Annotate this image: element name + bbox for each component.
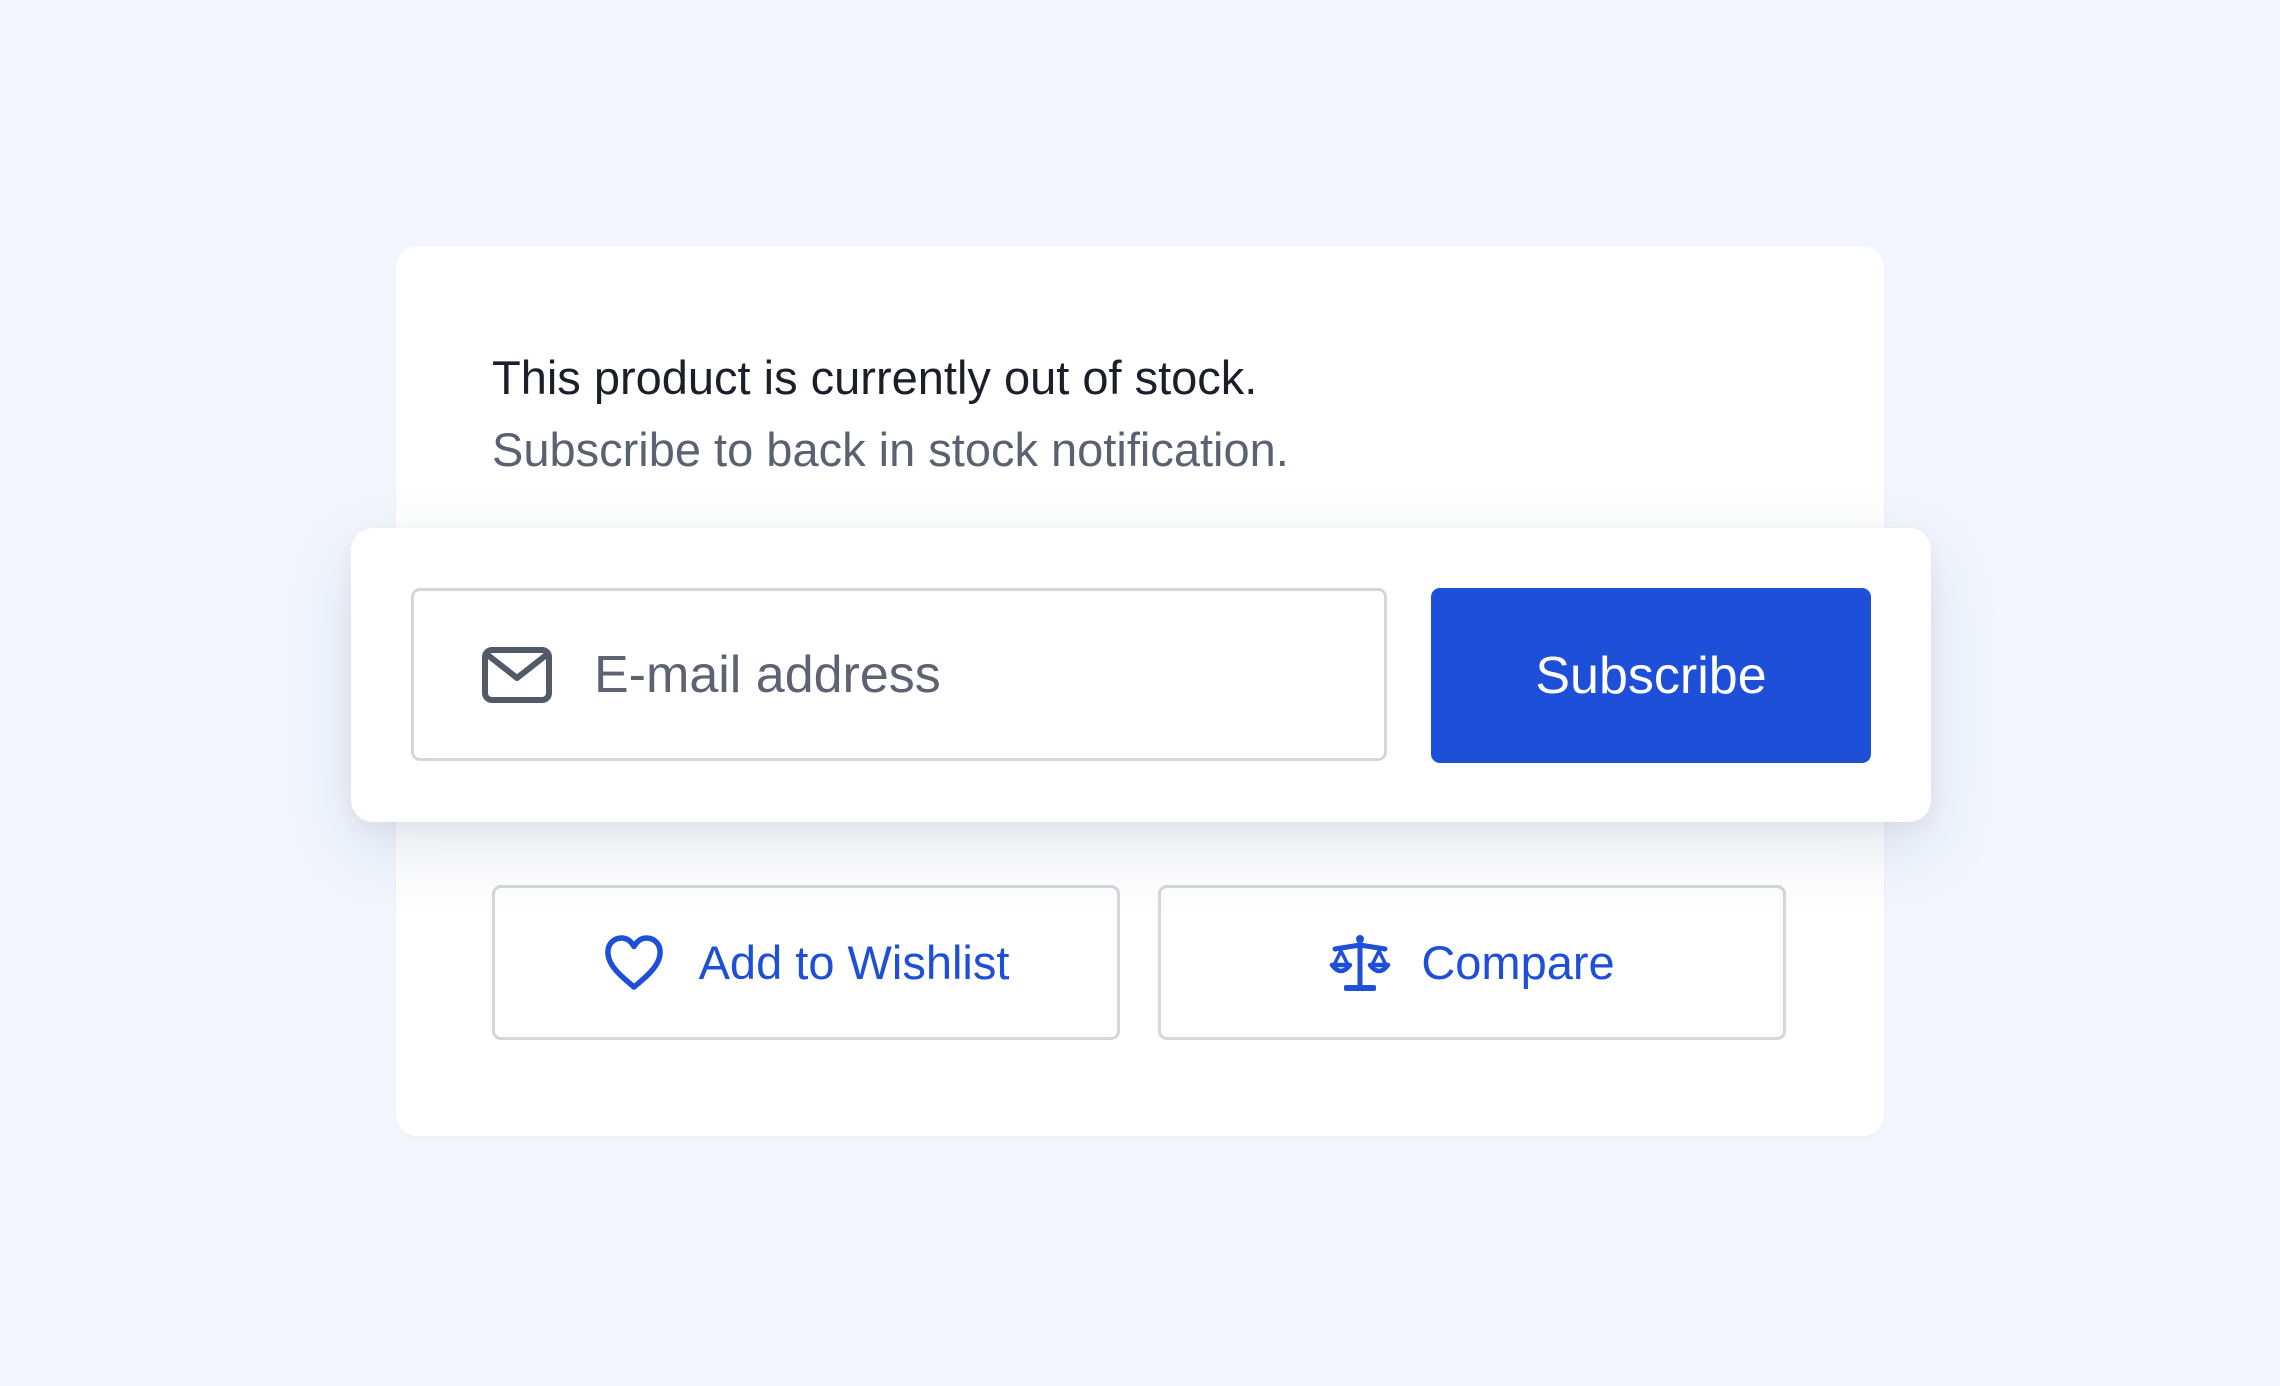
- scale-icon: [1329, 932, 1391, 994]
- subscribe-prompt: Subscribe to back in stock notification.: [492, 423, 1289, 476]
- add-to-wishlist-button[interactable]: Add to Wishlist: [492, 885, 1120, 1040]
- email-field[interactable]: [411, 588, 1387, 761]
- heart-icon: [603, 934, 665, 992]
- out-of-stock-message: This product is currently out of stock.: [492, 351, 1258, 404]
- subscribe-panel: Subscribe: [351, 528, 1931, 822]
- compare-button[interactable]: Compare: [1158, 885, 1786, 1040]
- email-input[interactable]: [594, 629, 1384, 720]
- mail-icon: [482, 646, 552, 703]
- add-to-wishlist-label: Add to Wishlist: [698, 936, 1010, 989]
- subscribe-button[interactable]: Subscribe: [1431, 588, 1871, 763]
- compare-label: Compare: [1421, 936, 1615, 989]
